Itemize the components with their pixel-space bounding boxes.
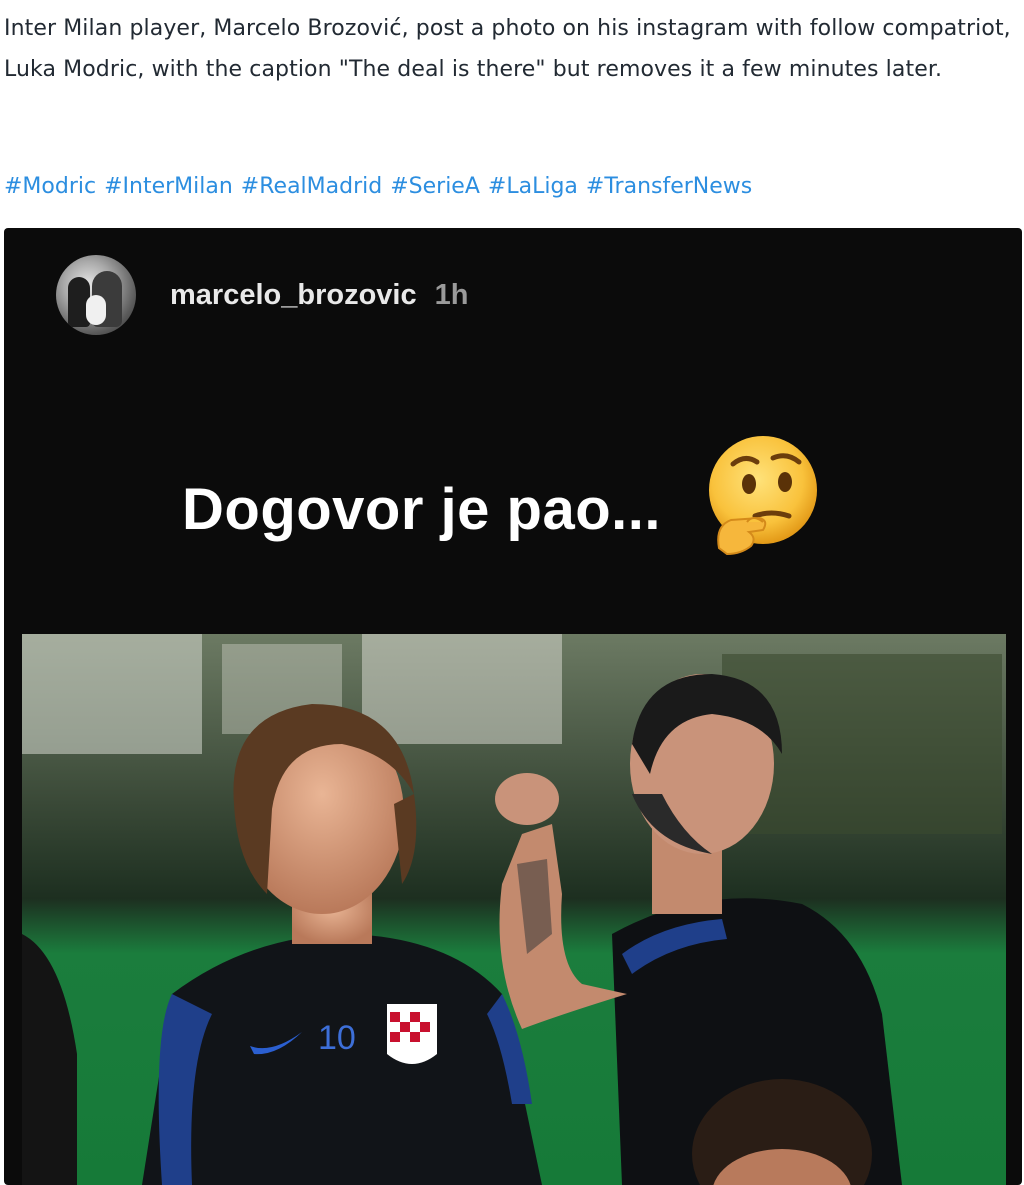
avatar — [56, 255, 136, 335]
story-caption: Dogovor je pao... — [182, 476, 661, 542]
hashtag-transfernews[interactable]: #TransferNews — [586, 174, 752, 199]
thinking-face-icon — [709, 436, 817, 556]
story-caption-row: Dogovor je pao... — [182, 436, 827, 574]
hashtag-realmadrid[interactable]: #RealMadrid — [241, 174, 382, 199]
hashtag-intermilan[interactable]: #InterMilan — [104, 174, 233, 199]
story-timestamp: 1h — [434, 278, 469, 311]
hashtag-list: #Modric #InterMilan #RealMadrid #SerieA #LaL… — [4, 168, 760, 206]
photo-scene: 10 — [22, 634, 1006, 1185]
photo-modric-brozovic: 10 — [22, 634, 1006, 1185]
story-username: marcelo_brozovic — [170, 278, 417, 311]
jersey-number: 10 — [318, 1019, 356, 1057]
hashtag-modric[interactable]: #Modric — [4, 174, 96, 199]
post-text: Inter Milan player, Marcelo Brozović, po… — [4, 16, 1011, 82]
hashtag-seriea[interactable]: #SerieA — [390, 174, 480, 199]
story-header: marcelo_brozovic 1h — [56, 252, 468, 338]
hashtag-laliga[interactable]: #LaLiga — [488, 174, 578, 199]
instagram-story-screenshot[interactable]: marcelo_brozovic 1h Dogovor je pao... 10 — [4, 228, 1022, 1185]
